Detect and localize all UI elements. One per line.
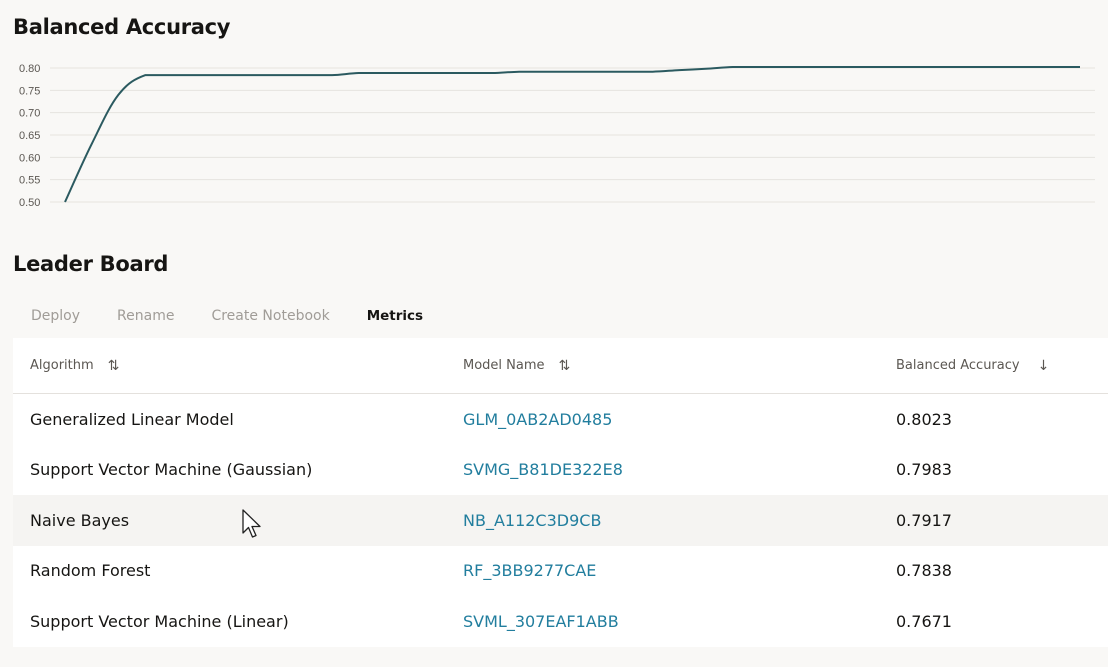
series-line	[64, 65, 1080, 203]
model-name-column-header[interactable]: Model Name ⇅	[463, 358, 570, 374]
algorithm-cell: Naive Bayes	[30, 510, 130, 530]
table-row[interactable]: Random Forest RF_3BB9277CAE 0.7838	[13, 546, 1108, 597]
accuracy-cell: 0.7838	[896, 561, 952, 581]
y-tick-label: 0.60	[19, 152, 40, 164]
accuracy-cell: 0.7917	[896, 510, 952, 530]
create-notebook-button[interactable]: Create Notebook	[193, 308, 348, 324]
model-name-link[interactable]: SVMG_B81DE322E8	[463, 460, 623, 479]
table-row[interactable]: Generalized Linear Model GLM_0AB2AD0485 …	[13, 394, 1108, 445]
leaderboard-toolbar: Deploy Rename Create Notebook Metrics	[13, 300, 442, 332]
chart-title: Balanced Accuracy	[13, 15, 231, 39]
model-name-link[interactable]: SVML_307EAF1ABB	[463, 612, 619, 631]
balanced-accuracy-header-label: Balanced Accuracy	[896, 358, 1020, 373]
algorithm-header-label: Algorithm	[30, 358, 94, 373]
y-tick-label: 0.65	[19, 130, 40, 142]
rename-button[interactable]: Rename	[99, 308, 193, 324]
accuracy-cell: 0.8023	[896, 409, 952, 429]
y-tick-label: 0.55	[19, 175, 40, 187]
model-name-link[interactable]: GLM_0AB2AD0485	[463, 410, 612, 429]
metrics-button[interactable]: Metrics	[349, 308, 442, 324]
y-tick-label: 0.75	[19, 85, 40, 97]
leaderboard-title: Leader Board	[13, 252, 169, 276]
sort-descending-icon[interactable]: ↓	[1038, 358, 1050, 374]
model-name-header-label: Model Name	[463, 358, 545, 373]
chart-grid	[50, 67, 1095, 203]
leaderboard-table: Algorithm ⇅ Model Name ⇅ Balanced Accura…	[13, 338, 1108, 647]
accuracy-cell: 0.7983	[896, 460, 952, 480]
mouse-cursor-icon	[242, 509, 261, 538]
algorithm-cell: Generalized Linear Model	[30, 409, 234, 429]
deploy-button[interactable]: Deploy	[13, 308, 99, 324]
table-row[interactable]: Support Vector Machine (Linear) SVML_307…	[13, 596, 1108, 647]
table-row[interactable]: Naive Bayes NB_A112C3D9CB 0.7917	[13, 495, 1108, 546]
algorithm-cell: Support Vector Machine (Gaussian)	[30, 460, 313, 480]
balanced-accuracy-chart: 0.80 0.75 0.70 0.65 0.60 0.55 0.50	[19, 63, 1095, 209]
balanced-accuracy-column-header[interactable]: Balanced Accuracy ↓	[896, 358, 1049, 374]
sort-icon[interactable]: ⇅	[108, 358, 120, 374]
algorithm-cell: Random Forest	[30, 561, 151, 581]
table-row[interactable]: Support Vector Machine (Gaussian) SVMG_B…	[13, 445, 1108, 496]
accuracy-cell: 0.7671	[896, 611, 952, 631]
model-name-link[interactable]: NB_A112C3D9CB	[463, 511, 601, 530]
y-tick-label: 0.80	[19, 63, 40, 75]
model-name-link[interactable]: RF_3BB9277CAE	[463, 561, 596, 580]
sort-icon[interactable]: ⇅	[559, 358, 571, 374]
algorithm-cell: Support Vector Machine (Linear)	[30, 611, 289, 631]
y-axis-ticks: 0.80 0.75 0.70 0.65 0.60 0.55 0.50	[19, 63, 40, 209]
y-tick-label: 0.50	[19, 197, 40, 209]
table-header: Algorithm ⇅ Model Name ⇅ Balanced Accura…	[13, 338, 1108, 394]
y-tick-label: 0.70	[19, 108, 40, 120]
algorithm-column-header[interactable]: Algorithm ⇅	[30, 358, 119, 374]
